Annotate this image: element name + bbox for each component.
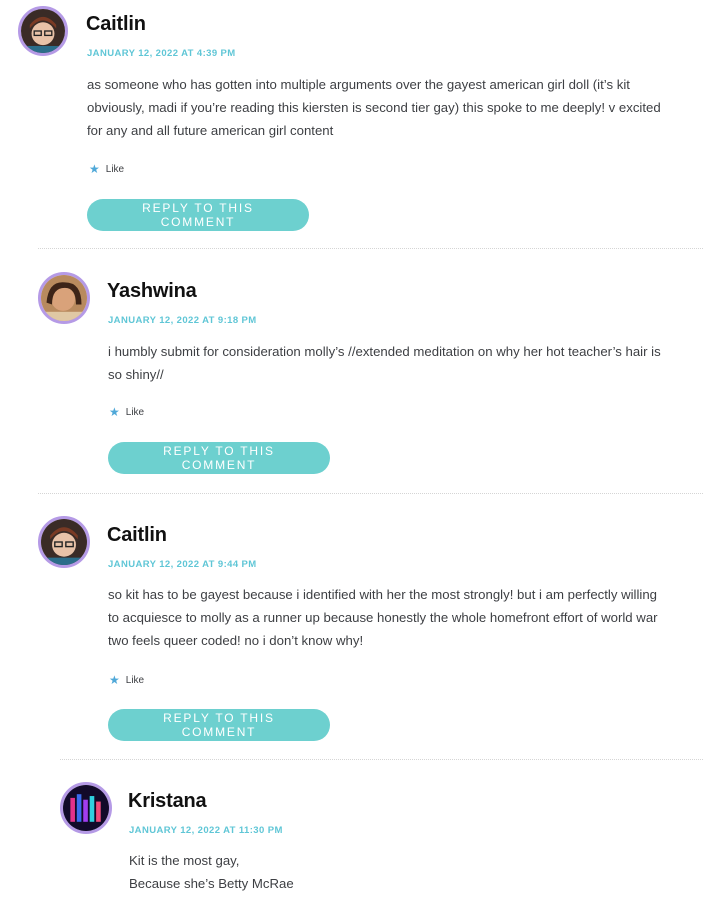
comment-line: so shiny// bbox=[108, 367, 164, 382]
comment-line: Kit is the most gay, bbox=[129, 853, 240, 868]
comment-body: Kit is the most gay, Because she’s Betty… bbox=[129, 849, 709, 895]
star-icon: ★ bbox=[89, 162, 100, 176]
comment-line: two feels queer coded! no i don’t know w… bbox=[108, 633, 364, 648]
reply-button[interactable]: REPLY TO THIS COMMENT bbox=[108, 709, 330, 741]
comment-body: so kit has to be gayest because i identi… bbox=[108, 583, 718, 652]
comment-author[interactable]: Caitlin bbox=[107, 524, 167, 547]
comment-line: i humbly submit for consideration molly’… bbox=[108, 344, 661, 359]
comment-caitlin-1: Caitlin JANUARY 12, 2022 AT 4:39 PM as s… bbox=[18, 6, 718, 236]
comment-author[interactable]: Yashwina bbox=[107, 280, 197, 303]
comment-author[interactable]: Kristana bbox=[128, 790, 207, 813]
comment-line: Because she’s Betty McRae bbox=[129, 876, 294, 891]
avatar[interactable] bbox=[18, 6, 68, 56]
comment-yashwina: Yashwina JANUARY 12, 2022 AT 9:18 PM i h… bbox=[38, 272, 718, 482]
reply-button[interactable]: REPLY TO THIS COMMENT bbox=[87, 199, 309, 231]
comment-line: obviously, madi if you’re reading this k… bbox=[87, 100, 661, 115]
comment-author[interactable]: Caitlin bbox=[86, 13, 146, 36]
comment-divider bbox=[38, 248, 703, 249]
star-icon: ★ bbox=[109, 405, 120, 419]
comment-body: as someone who has gotten into multiple … bbox=[87, 73, 707, 142]
comment-date[interactable]: JANUARY 12, 2022 AT 9:18 PM bbox=[108, 315, 257, 326]
comment-date[interactable]: JANUARY 12, 2022 AT 9:44 PM bbox=[108, 559, 257, 570]
like-label: Like bbox=[105, 163, 125, 175]
like-button[interactable]: ★ Like bbox=[109, 405, 144, 419]
comment-line: as someone who has gotten into multiple … bbox=[87, 77, 630, 92]
comment-line: so kit has to be gayest because i identi… bbox=[108, 587, 658, 602]
comment-caitlin-2: Caitlin JANUARY 12, 2022 AT 9:44 PM so k… bbox=[38, 516, 718, 746]
avatar[interactable] bbox=[38, 272, 90, 324]
avatar[interactable] bbox=[60, 782, 112, 834]
comment-divider bbox=[38, 493, 703, 494]
comment-divider bbox=[60, 759, 703, 760]
comment-line: to acquiesce to molly as a runner up bec… bbox=[108, 610, 658, 625]
star-icon: ★ bbox=[109, 673, 120, 687]
comment-date[interactable]: JANUARY 12, 2022 AT 11:30 PM bbox=[129, 825, 283, 836]
reply-button[interactable]: REPLY TO THIS COMMENT bbox=[108, 442, 330, 474]
comment-body: i humbly submit for consideration molly’… bbox=[108, 340, 718, 386]
like-label: Like bbox=[125, 406, 145, 418]
comment-kristana: Kristana JANUARY 12, 2022 AT 11:30 PM Ki… bbox=[60, 782, 710, 900]
like-button[interactable]: ★ Like bbox=[109, 673, 144, 687]
avatar[interactable] bbox=[38, 516, 90, 568]
like-button[interactable]: ★ Like bbox=[89, 162, 124, 176]
comment-date[interactable]: JANUARY 12, 2022 AT 4:39 PM bbox=[87, 48, 236, 59]
comment-line: for any and all future american girl con… bbox=[87, 123, 334, 138]
like-label: Like bbox=[125, 674, 145, 686]
